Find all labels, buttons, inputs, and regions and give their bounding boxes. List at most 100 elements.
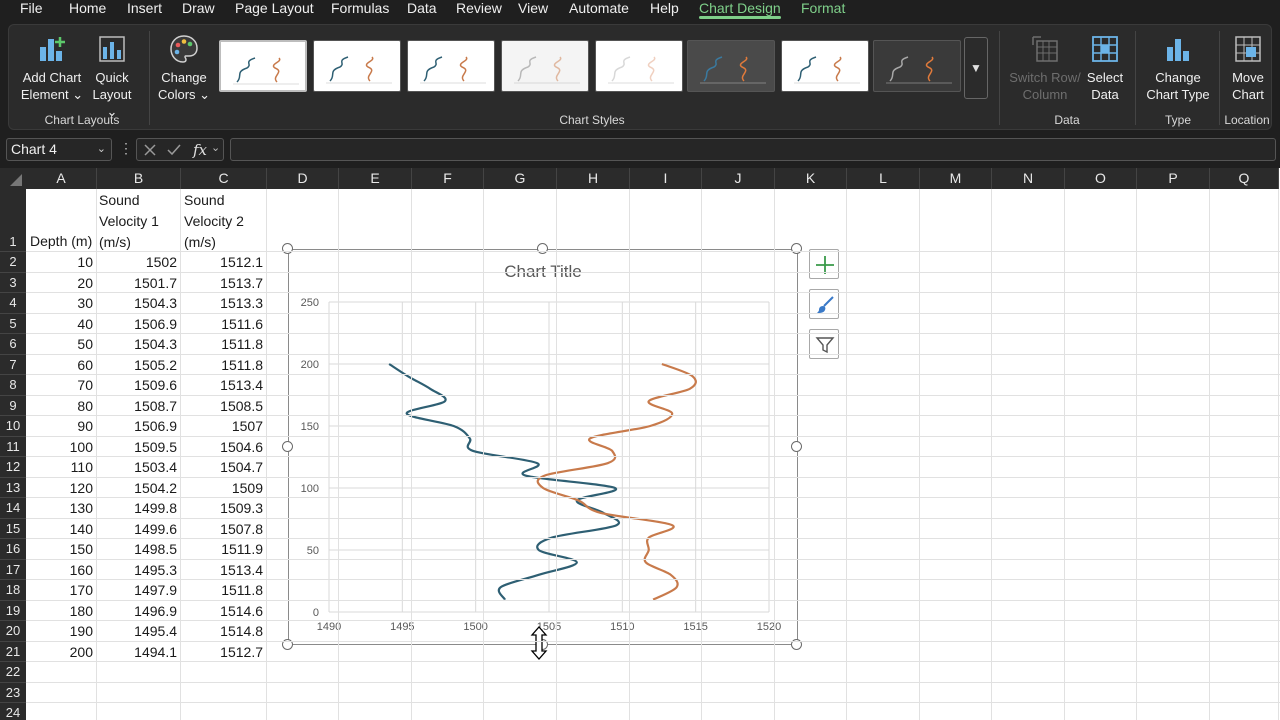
name-box[interactable]: Chart 4 ⌄ (6, 138, 112, 161)
column-header-q[interactable]: Q (1210, 168, 1279, 189)
cell-b20[interactable]: 1495.4 (97, 623, 177, 639)
cell-a13[interactable]: 120 (26, 480, 93, 496)
cell-a11[interactable]: 100 (26, 439, 93, 455)
chart-style-6[interactable] (687, 40, 775, 92)
row-header-10[interactable]: 10 (0, 416, 26, 437)
resize-handle-top-left[interactable] (282, 243, 293, 254)
chart-styles-button[interactable] (809, 289, 839, 319)
cell-b13[interactable]: 1504.2 (97, 480, 177, 496)
cell-c14[interactable]: 1509.3 (181, 500, 263, 516)
row-header-16[interactable]: 16 (0, 539, 26, 560)
column-header-a[interactable]: A (26, 168, 97, 189)
switch-row-column-button[interactable]: Switch Row/ Column (1007, 33, 1083, 103)
cell-a6[interactable]: 50 (26, 336, 93, 352)
column-header-n[interactable]: N (992, 168, 1065, 189)
cell-a21[interactable]: 200 (26, 644, 93, 660)
row-header-7[interactable]: 7 (0, 354, 26, 375)
cell-c16[interactable]: 1511.9 (181, 541, 263, 557)
cell-b17[interactable]: 1495.3 (97, 562, 177, 578)
tab-format[interactable]: Format (801, 0, 845, 20)
column-header-j[interactable]: J (702, 168, 775, 189)
row-header-4[interactable]: 4 (0, 293, 26, 314)
cell-a10[interactable]: 90 (26, 418, 93, 434)
row-header-2[interactable]: 2 (0, 252, 26, 273)
cell-b12[interactable]: 1503.4 (97, 459, 177, 475)
cell-b10[interactable]: 1506.9 (97, 418, 177, 434)
cell-a4[interactable]: 30 (26, 295, 93, 311)
select-all-corner[interactable] (0, 168, 26, 189)
cell-a7[interactable]: 60 (26, 357, 93, 373)
cell-b18[interactable]: 1497.9 (97, 582, 177, 598)
row-header-24[interactable]: 24 (0, 703, 26, 720)
change-chart-type-button[interactable]: Change Chart Type (1141, 33, 1215, 103)
move-chart-button[interactable]: Move Chart (1223, 33, 1273, 103)
cell-c15[interactable]: 1507.8 (181, 521, 263, 537)
row-header-20[interactable]: 20 (0, 621, 26, 642)
chevron-down-icon[interactable]: ⌄ (97, 139, 106, 160)
cell-b6[interactable]: 1504.3 (97, 336, 177, 352)
row-header-13[interactable]: 13 (0, 477, 26, 498)
add-chart-element-button[interactable]: Add Chart Element ⌄ (17, 33, 87, 103)
row-header-18[interactable]: 18 (0, 580, 26, 601)
tab-file[interactable]: File (20, 0, 43, 20)
cell-c8[interactable]: 1513.4 (181, 377, 263, 393)
cell-c6[interactable]: 1511.8 (181, 336, 263, 352)
cell-c18[interactable]: 1511.8 (181, 582, 263, 598)
row-header-19[interactable]: 19 (0, 600, 26, 621)
column-header-b[interactable]: B (97, 168, 181, 189)
resize-handle-left[interactable] (282, 441, 293, 452)
cell-c3[interactable]: 1513.7 (181, 275, 263, 291)
tab-insert[interactable]: Insert (127, 0, 162, 20)
resize-handle-top[interactable] (537, 243, 548, 254)
cell-c20[interactable]: 1514.8 (181, 623, 263, 639)
cell-b5[interactable]: 1506.9 (97, 316, 177, 332)
tab-page-layout[interactable]: Page Layout (235, 0, 314, 20)
chart-elements-button[interactable] (809, 249, 839, 279)
tab-draw[interactable]: Draw (182, 0, 215, 20)
row-header-5[interactable]: 5 (0, 313, 26, 334)
column-header-d[interactable]: D (267, 168, 339, 189)
cell-a9[interactable]: 80 (26, 398, 93, 414)
cell-a14[interactable]: 130 (26, 500, 93, 516)
more-options-icon[interactable]: ⋮ (119, 140, 133, 157)
cell-b14[interactable]: 1499.8 (97, 500, 177, 516)
tab-home[interactable]: Home (69, 0, 106, 20)
row-header-14[interactable]: 14 (0, 498, 26, 519)
cell-a2[interactable]: 10 (26, 254, 93, 270)
column-header-f[interactable]: F (412, 168, 484, 189)
column-header-i[interactable]: I (630, 168, 702, 189)
row-header-1[interactable]: 1 (0, 189, 26, 252)
tab-data[interactable]: Data (407, 0, 437, 20)
row-header-6[interactable]: 6 (0, 334, 26, 355)
fx-icon[interactable]: fx (193, 141, 207, 159)
check-icon[interactable] (167, 143, 181, 157)
tab-view[interactable]: View (518, 0, 548, 20)
row-header-17[interactable]: 17 (0, 559, 26, 580)
cell-b7[interactable]: 1505.2 (97, 357, 177, 373)
cell-c19[interactable]: 1514.6 (181, 603, 263, 619)
cell-a8[interactable]: 70 (26, 377, 93, 393)
cell-a5[interactable]: 40 (26, 316, 93, 332)
cell-a15[interactable]: 140 (26, 521, 93, 537)
cell-c10[interactable]: 1507 (181, 418, 263, 434)
gallery-more-button[interactable]: ▼ (964, 37, 988, 99)
column-header-k[interactable]: K (775, 168, 847, 189)
column-header-g[interactable]: G (484, 168, 557, 189)
cell-c21[interactable]: 1512.7 (181, 644, 263, 660)
chart[interactable]: Chart Title 1490 1495 1500 1505 1510 1515 1520… (288, 249, 798, 645)
cell-c5[interactable]: 1511.6 (181, 316, 263, 332)
cell-b15[interactable]: 1499.6 (97, 521, 177, 537)
column-header-c[interactable]: C (181, 168, 267, 189)
chart-style-7[interactable] (781, 40, 869, 92)
tab-review[interactable]: Review (456, 0, 502, 20)
cell-c12[interactable]: 1504.7 (181, 459, 263, 475)
column-header-p[interactable]: P (1137, 168, 1210, 189)
chart-style-3[interactable] (407, 40, 495, 92)
column-header-o[interactable]: O (1065, 168, 1137, 189)
cell-b8[interactable]: 1509.6 (97, 377, 177, 393)
column-header-m[interactable]: M (920, 168, 992, 189)
cell-a19[interactable]: 180 (26, 603, 93, 619)
tab-automate[interactable]: Automate (569, 0, 629, 20)
change-colors-button[interactable]: Change Colors ⌄ (155, 33, 213, 103)
cell-c1-line1[interactable]: Sound (184, 192, 224, 208)
